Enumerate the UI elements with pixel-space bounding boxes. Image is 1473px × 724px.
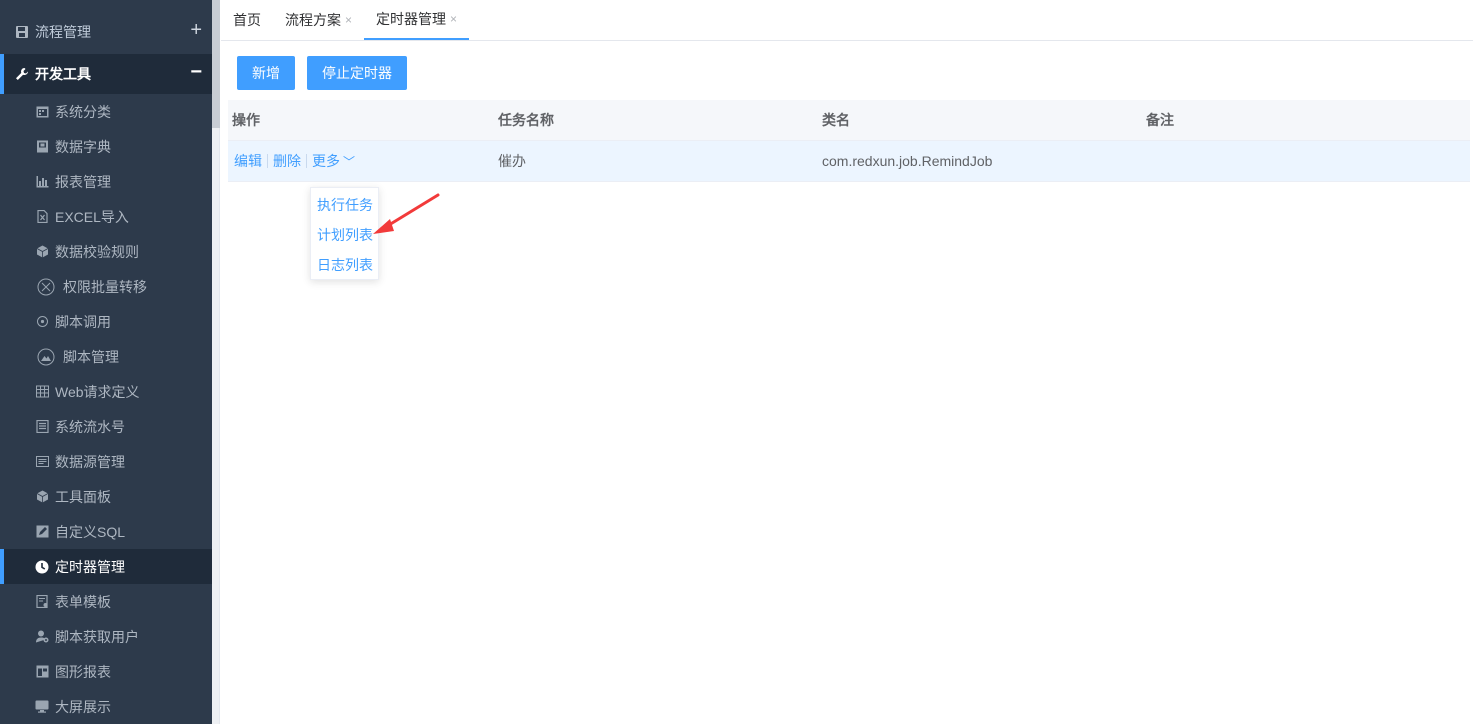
book-icon [35,140,49,154]
bar-chart-icon [35,175,49,189]
edit-link[interactable]: 编辑 [234,151,262,171]
chart-board-icon [35,665,49,679]
sidebar-item-label: 脚本调用 [55,313,111,330]
close-icon[interactable]: × [345,13,352,27]
sidebar-item-web-request[interactable]: Web请求定义 [0,374,212,409]
sidebar-item-report-management[interactable]: 报表管理 [0,164,212,199]
tab-label: 流程方案 [285,12,341,28]
user-gear-icon [35,630,49,644]
sidebar-item-datasource[interactable]: 数据源管理 [0,444,212,479]
sidebar-item-label: Web请求定义 [55,383,140,400]
divider [267,154,268,168]
table-header: 操作 任务名称 类名 备注 [228,100,1470,141]
sidebar-item-label: 脚本获取用户 [55,628,139,645]
tab-label: 定时器管理 [376,11,447,27]
sidebar-item-timer-management[interactable]: 定时器管理 [0,549,212,584]
circle-dot-icon [35,315,49,329]
submenu-dev-tools: 系统分类 数据字典 报表管理 EXCEL导入 数据校验规则 权限批量转移 脚本调… [0,94,212,724]
tab-label: 首页 [233,12,261,28]
stop-timer-button[interactable]: 停止定时器 [307,56,407,90]
sidebar-item-big-screen[interactable]: 大屏展示 [0,689,212,724]
tab-timer-management[interactable]: 定时器管理 × [364,0,470,40]
menu-group-process[interactable]: 流程管理 + [0,12,212,52]
sidebar-item-label: 系统流水号 [55,418,125,435]
sidebar-item-label: 数据校验规则 [55,243,139,260]
sidebar-item-custom-sql[interactable]: 自定义SQL [0,514,212,549]
menu-item-execute-task[interactable]: 执行任务 [311,190,378,220]
collapse-minus-icon[interactable]: − [190,62,202,82]
column-header-actions: 操作 [232,112,260,128]
sidebar-item-graphic-report[interactable]: 图形报表 [0,654,212,689]
class-name-cell: com.redxun.job.RemindJob [822,153,993,169]
close-icon[interactable]: × [450,12,457,26]
column-header-remark: 备注 [1146,112,1174,128]
id-card-icon [35,455,49,469]
monitor-icon [35,700,49,714]
sidebar-item-script-management[interactable]: 脚本管理 [0,339,212,374]
menu-item-plan-list[interactable]: 计划列表 [311,220,378,250]
sidebar-item-label: 数据字典 [55,138,111,155]
sidebar-item-tool-panel[interactable]: 工具面板 [0,479,212,514]
task-name-cell: 催办 [498,153,526,169]
annotation-arrow-icon [373,193,440,234]
tab-bar: 首页 流程方案 × 定时器管理 × [221,0,1473,41]
sidebar-item-label: 工具面板 [55,488,111,505]
list-document-icon [35,420,49,434]
menu-group-label: 流程管理 [35,24,91,40]
cube-icon [35,490,49,504]
sidebar-item-excel-import[interactable]: EXCEL导入 [0,199,212,234]
transfer-icon [37,278,55,296]
mountain-icon [37,348,55,366]
column-header-class-name: 类名 [822,112,850,128]
cube-icon [35,245,49,259]
row-actions: 编辑 删除 更多 ﹀ [228,151,498,171]
divider [306,154,307,168]
more-dropdown-trigger[interactable]: 更多 ﹀ [312,151,355,171]
more-dropdown-menu: 执行任务 计划列表 日志列表 [310,187,379,280]
chevron-down-icon: ﹀ [343,155,356,169]
timer-table: 操作 任务名称 类名 备注 编辑 删除 更多 ﹀ 催办 com.redxun.jo… [228,100,1470,182]
sidebar-item-label: 脚本管理 [63,348,119,365]
column-header-task-name: 任务名称 [498,112,554,128]
delete-link[interactable]: 删除 [273,151,301,171]
sidebar-item-label: 图形报表 [55,663,111,680]
sidebar-item-label: 数据源管理 [55,453,125,470]
sidebar-item-system-category[interactable]: 系统分类 [0,94,212,129]
edit-square-icon [35,525,49,539]
grid-table-icon [35,385,49,399]
sidebar-item-serial-number[interactable]: 系统流水号 [0,409,212,444]
expand-plus-icon[interactable]: + [190,20,202,40]
sidebar-item-label: 权限批量转移 [63,278,147,295]
tab-home[interactable]: 首页 [221,0,273,40]
sidebar-item-form-template[interactable]: 表单模板 [0,584,212,619]
sidebar-item-label: 表单模板 [55,593,111,610]
clock-icon [35,560,49,574]
sidebar-item-label: 大屏展示 [55,698,111,715]
add-button[interactable]: 新增 [237,56,295,90]
sidebar: 流程管理 + 开发工具 − 系统分类 数据字典 报表管理 EXCEL导入 数据校… [0,0,212,724]
table-row[interactable]: 编辑 删除 更多 ﹀ 催办 com.redxun.job.RemindJob [228,141,1470,182]
sidebar-item-label: EXCEL导入 [55,208,129,225]
sidebar-item-validation-rules[interactable]: 数据校验规则 [0,234,212,269]
sidebar-item-label: 自定义SQL [55,523,126,540]
calendar-icon [35,105,49,119]
form-file-icon [35,595,49,609]
sidebar-item-label: 报表管理 [55,173,111,190]
menu-item-log-list[interactable]: 日志列表 [311,250,378,280]
sidebar-item-script-call[interactable]: 脚本调用 [0,304,212,339]
save-icon [15,25,29,39]
menu-group-label: 开发工具 [35,66,91,82]
sidebar-scrollbar-thumb[interactable] [212,0,220,128]
sidebar-item-data-dictionary[interactable]: 数据字典 [0,129,212,164]
wrench-icon [15,67,29,81]
sidebar-item-label: 定时器管理 [55,558,125,575]
more-label: 更多 [312,153,340,169]
menu-group-dev-tools[interactable]: 开发工具 − [0,54,212,94]
tab-process-scheme[interactable]: 流程方案 × [273,0,364,40]
sidebar-item-script-get-user[interactable]: 脚本获取用户 [0,619,212,654]
excel-file-icon [35,210,49,224]
sidebar-item-label: 系统分类 [55,103,111,120]
sidebar-item-permission-transfer[interactable]: 权限批量转移 [0,269,212,304]
